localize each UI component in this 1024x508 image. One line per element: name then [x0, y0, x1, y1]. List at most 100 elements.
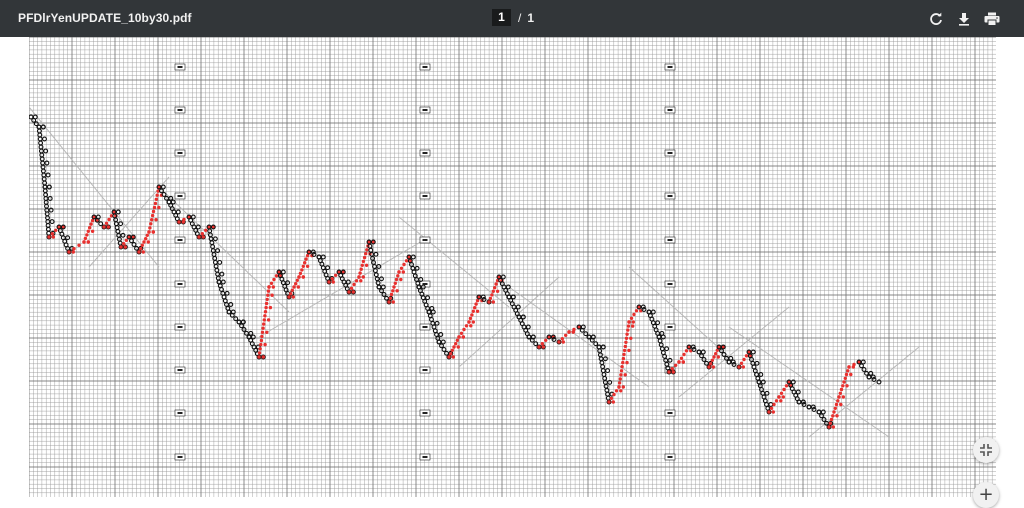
- x-mark: [681, 360, 685, 364]
- x-mark: [741, 365, 745, 369]
- x-mark: [625, 332, 629, 336]
- x-mark: [475, 309, 480, 313]
- x-mark: [839, 387, 844, 392]
- x-mark: [330, 277, 334, 281]
- x-mark: [774, 399, 779, 403]
- x-mark: [334, 273, 338, 277]
- x-mark: [674, 363, 678, 367]
- x-mark: [151, 230, 155, 234]
- x-mark: [154, 197, 158, 201]
- x-mark: [86, 240, 90, 244]
- x-mark: [607, 400, 611, 404]
- scale-label-mark: [422, 195, 428, 197]
- x-mark: [852, 362, 856, 367]
- x-mark: [609, 396, 614, 400]
- x-mark: [141, 250, 145, 254]
- x-mark: [831, 425, 835, 429]
- x-mark: [490, 293, 494, 297]
- x-mark: [399, 266, 404, 270]
- scale-label-mark: [177, 326, 183, 328]
- x-mark: [769, 406, 774, 410]
- x-mark: [122, 242, 126, 246]
- x-mark: [629, 316, 634, 320]
- download-button[interactable]: [954, 9, 974, 29]
- x-mark: [401, 270, 405, 274]
- scale-label-mark: [667, 326, 673, 328]
- fit-to-page-button[interactable]: [973, 437, 999, 463]
- o-mark: [655, 320, 661, 326]
- x-mark: [622, 352, 626, 357]
- x-mark: [627, 348, 631, 353]
- pdf-viewport[interactable]: [0, 37, 1024, 505]
- x-mark: [771, 410, 775, 414]
- x-mark: [359, 279, 363, 283]
- x-mark: [462, 327, 466, 332]
- x-mark: [670, 367, 674, 371]
- o-mark: [667, 357, 673, 363]
- x-mark: [491, 289, 495, 293]
- x-mark: [617, 385, 621, 389]
- x-mark: [849, 372, 853, 377]
- x-mark: [393, 281, 397, 285]
- o-mark: [414, 277, 419, 282]
- x-mark: [269, 281, 274, 285]
- x-mark: [347, 290, 351, 294]
- page-indicator: 1 / 1: [492, 9, 534, 26]
- trend-line: [728, 326, 890, 438]
- o-mark: [45, 219, 51, 225]
- x-mark: [624, 336, 629, 340]
- current-page-input[interactable]: 1: [492, 9, 511, 26]
- x-mark: [270, 293, 274, 297]
- x-mark: [365, 248, 369, 252]
- x-mark: [391, 289, 395, 293]
- x-mark: [561, 340, 565, 344]
- o-mark: [597, 352, 603, 358]
- x-mark: [677, 360, 681, 364]
- x-mark: [149, 222, 153, 226]
- o-mark: [39, 156, 45, 162]
- print-button[interactable]: [982, 9, 1002, 29]
- x-mark: [629, 336, 633, 340]
- scale-label-mark: [177, 109, 183, 111]
- o-mark: [600, 368, 606, 374]
- x-mark: [395, 289, 399, 293]
- x-mark: [301, 275, 305, 279]
- x-mark: [88, 226, 92, 230]
- scale-label-mark: [422, 66, 428, 68]
- x-mark: [104, 221, 109, 225]
- x-mark: [292, 285, 296, 289]
- x-mark: [841, 384, 845, 388]
- o-mark: [434, 320, 440, 326]
- x-mark: [624, 340, 628, 344]
- x-mark: [72, 247, 76, 251]
- x-mark: [829, 417, 834, 422]
- x-mark: [843, 376, 847, 380]
- x-mark: [777, 395, 781, 399]
- x-mark: [836, 399, 840, 403]
- o-mark: [750, 349, 756, 355]
- x-mark: [349, 286, 354, 290]
- o-mark: [660, 350, 666, 356]
- o-mark: [768, 402, 774, 407]
- x-mark: [632, 312, 636, 317]
- x-mark: [541, 345, 545, 349]
- x-mark: [137, 250, 141, 254]
- x-mark: [710, 358, 714, 362]
- x-mark: [739, 361, 744, 365]
- x-mark: [352, 282, 356, 287]
- x-mark: [567, 330, 571, 334]
- x-mark: [469, 324, 473, 328]
- x-mark: [626, 324, 631, 328]
- x-mark: [488, 296, 493, 301]
- x-mark: [361, 275, 365, 279]
- x-mark: [623, 344, 627, 349]
- x-mark: [470, 313, 474, 317]
- x-mark: [707, 365, 711, 369]
- x-mark: [832, 410, 836, 414]
- o-mark: [131, 242, 137, 247]
- x-mark: [296, 285, 300, 289]
- zoom-in-button[interactable]: +: [973, 482, 999, 508]
- x-mark: [266, 293, 270, 297]
- rotate-button[interactable]: [926, 9, 946, 29]
- x-mark: [298, 271, 303, 276]
